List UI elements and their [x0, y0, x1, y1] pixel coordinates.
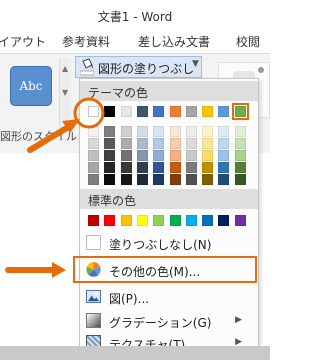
middle-arrow-icon — [5, 262, 66, 278]
selected-white-swatch-circle — [73, 97, 105, 129]
top-arrow-icon — [27, 119, 80, 153]
annotation-overlay — [5, 97, 105, 278]
document-area-edge — [0, 346, 270, 360]
